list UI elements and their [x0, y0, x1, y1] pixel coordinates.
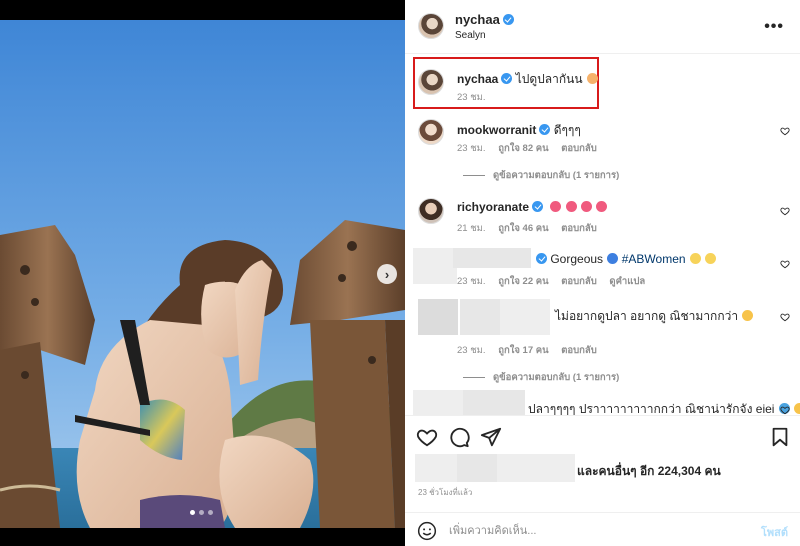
blurred-avatar	[418, 299, 458, 335]
caption-meta: 23 ชม.	[457, 90, 496, 105]
caption-text: nychaa ไปดูปลากันน	[457, 70, 598, 89]
sparkles-emoji-icon	[705, 253, 717, 264]
post-comment-button[interactable]: โพสต์	[761, 523, 788, 541]
comment-body: Gorgeous	[550, 252, 604, 266]
view-replies-button[interactable]: ดูข้อความตอบกลับ (1 รายการ)	[463, 370, 619, 385]
verified-badge-icon	[532, 201, 544, 212]
post-side-panel: nychaa Sealyn ••• nychaa ไปดูปลากันน 23 …	[405, 0, 800, 546]
sparkles-emoji-icon	[689, 253, 701, 264]
reply-button[interactable]: ตอบกลับ	[561, 223, 597, 234]
comment-avatar[interactable]	[418, 119, 444, 145]
bookmark-icon[interactable]	[769, 426, 791, 448]
comment-likes[interactable]: ถูกใจ 46 คน	[498, 223, 548, 234]
more-options-button[interactable]: •••	[764, 18, 784, 36]
comment-text: ปลาๆๆๆๆ ปราาาาาาาาากกว่า ณิชาน่ารักจัง e…	[528, 400, 800, 415]
carousel-dot	[208, 510, 213, 515]
heart-icon[interactable]	[780, 405, 790, 415]
heart-icon[interactable]	[780, 206, 790, 216]
comment-icon[interactable]	[448, 426, 470, 448]
translate-button[interactable]: ดูคำแปล	[609, 276, 645, 287]
post-location[interactable]: Sealyn	[455, 30, 486, 41]
author-avatar[interactable]	[418, 13, 444, 39]
blue-heart-emoji-icon	[607, 253, 619, 264]
verified-badge-icon	[501, 73, 513, 84]
post-header: nychaa Sealyn •••	[405, 0, 800, 54]
carousel-next-button[interactable]: ›	[377, 264, 397, 284]
blurred-avatar	[413, 248, 457, 284]
heart-icon[interactable]	[416, 426, 438, 448]
comment-username[interactable]: mookworranit	[457, 123, 536, 137]
comment-username[interactable]: richyoranate	[457, 200, 529, 214]
comment-time: 23 ชม.	[457, 345, 486, 356]
post-photo[interactable]	[0, 20, 405, 528]
comment-likes[interactable]: ถูกใจ 82 คน	[498, 143, 548, 154]
blurred-liker-name	[457, 454, 497, 482]
blurred-liker-avatar	[415, 454, 457, 482]
caption-body: ไปดูปลากันน	[515, 72, 583, 86]
author-name-text[interactable]: nychaa	[455, 12, 500, 27]
comment-meta: 23 ชม. ถูกใจ 82 คน ตอบกลับ	[457, 141, 607, 156]
comment-avatar[interactable]	[418, 198, 444, 224]
ellipsis-icon: •••	[764, 18, 784, 35]
blurred-avatar	[413, 390, 463, 415]
smile-emoji-icon	[794, 403, 800, 414]
post-actions: และคนอื่นๆ อีก 224,304 คน 23 ชั่วโมงที่แ…	[405, 415, 800, 546]
comment-text: Gorgeous #ABWomen	[533, 252, 717, 266]
blurred-username	[453, 248, 531, 268]
comment-meta: 21 ชม. ถูกใจ 46 คน ตอบกลับ	[457, 221, 607, 236]
heart-eyes-emoji-icon	[550, 201, 562, 212]
comment-input[interactable]	[449, 522, 729, 540]
post-time-ago: 23 ชั่วโมงที่แล้ว	[418, 488, 473, 497]
reply-button[interactable]: ตอบกลับ	[561, 345, 597, 356]
comments-list[interactable]: nychaa ไปดูปลากันน 23 ชม. mookworranit ด…	[405, 55, 800, 415]
comment-body: ไม่อยากดูปลา อยากดู ณิชามากกว่า	[555, 309, 739, 323]
comment-body: ปลาๆๆๆๆ ปราาาาาาาาากกว่า ณิชาน่ารักจัง e…	[528, 402, 775, 415]
comment-body: ดีๆๆๆ	[553, 123, 581, 137]
caption-author-avatar[interactable]	[418, 69, 444, 95]
reply-button[interactable]: ตอบกลับ	[561, 276, 597, 287]
comment-meta: 23 ชม. ถูกใจ 22 คน ตอบกลับ ดูคำแปล	[457, 274, 655, 289]
carousel-dot	[199, 510, 204, 515]
comment-text: richyoranate	[457, 200, 608, 214]
blurred-username	[500, 299, 550, 335]
heart-icon[interactable]	[780, 126, 790, 136]
heart-eyes-emoji-icon	[581, 201, 593, 212]
carousel-dot	[190, 510, 195, 515]
comment-time: 21 ชม.	[457, 223, 486, 234]
smiley-icon[interactable]	[417, 521, 437, 541]
caption-username[interactable]: nychaa	[457, 72, 498, 86]
verified-badge-icon	[536, 253, 547, 264]
comment-text: mookworranit ดีๆๆๆ	[457, 121, 581, 140]
view-replies-button[interactable]: ดูข้อความตอบกลับ (1 รายการ)	[463, 168, 619, 183]
comment-text: ไม่อยากดูปลา อยากดู ณิชามากกว่า	[555, 307, 754, 326]
comment-meta: 23 ชม. ถูกใจ 17 คน ตอบกลับ	[457, 343, 607, 358]
add-comment-bar: โพสต์	[405, 512, 800, 546]
comment-time: 23 ชม.	[457, 276, 486, 287]
verified-badge-icon	[539, 124, 551, 135]
carousel-dots	[190, 510, 213, 515]
heart-eyes-emoji-icon	[596, 201, 608, 212]
comment-likes[interactable]: ถูกใจ 17 คน	[498, 345, 548, 356]
verified-badge-icon	[502, 14, 514, 25]
heart-eyes-emoji-icon	[565, 201, 577, 212]
heart-icon[interactable]	[780, 259, 790, 269]
flower-emoji-icon	[586, 73, 598, 84]
blurred-liker-name	[497, 454, 575, 482]
reply-button[interactable]: ตอบกลับ	[561, 143, 597, 154]
caption-time: 23 ชม.	[457, 92, 486, 103]
blurred-username	[463, 390, 525, 415]
paper-plane-icon[interactable]	[480, 426, 502, 448]
author-username[interactable]: nychaa	[455, 12, 514, 27]
heart-icon[interactable]	[780, 312, 790, 322]
blurred-username	[460, 299, 500, 335]
comment-likes[interactable]: ถูกใจ 22 คน	[498, 276, 548, 287]
likes-count[interactable]: และคนอื่นๆ อีก 224,304 คน	[577, 462, 721, 481]
post-photo-area: ›	[0, 0, 405, 546]
comment-time: 23 ชม.	[457, 143, 486, 154]
comment-hashtag[interactable]: #ABWomen	[622, 252, 686, 266]
laughing-emoji-icon	[742, 310, 754, 321]
